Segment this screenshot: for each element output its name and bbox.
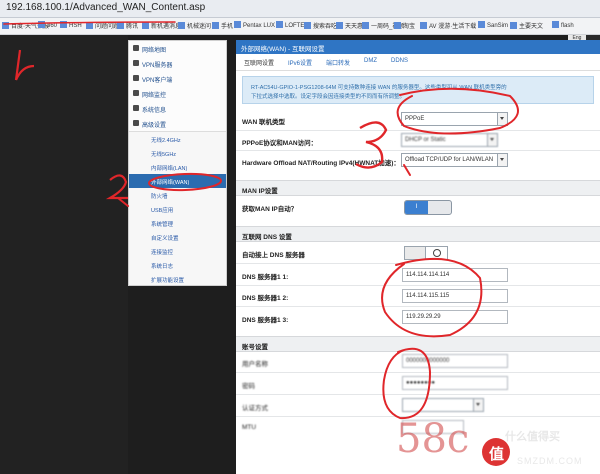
auth-label: 认证方式 — [242, 405, 268, 412]
tab-ipv6[interactable]: IPv6设置 — [288, 58, 312, 67]
divider — [236, 263, 600, 264]
hwnat-label: Hardware Offload NAT/Routing IPv4(HWNAT加… — [242, 160, 400, 167]
bookmark-item[interactable]: 淘宝 — [394, 21, 415, 30]
globe-icon — [133, 75, 139, 81]
bookmark-item[interactable]: 问题问题 — [86, 21, 119, 30]
dns1-label: DNS 服务器1 1: — [242, 274, 289, 281]
watermark-site-en: SMZDM.COM — [517, 456, 583, 466]
dns-auto-toggle[interactable] — [404, 246, 448, 260]
bookmark-item[interactable]: 腾讯 — [117, 21, 138, 30]
info-line: RT-AC54U-GPIO-1-PSG1208-64M 可支持数种连接 WAN … — [251, 85, 507, 91]
man-ip-auto-label: 获取MAN IP自动？ — [242, 206, 298, 213]
sidebar-item-network-map[interactable]: 网络地图 — [129, 41, 226, 57]
sidebar: 网络地图 VPN服务器 VPN客户端 网络监控 系统信息 高级设置 无线2.4G… — [128, 40, 227, 286]
username-label: 用户名称 — [242, 361, 268, 368]
chevron-down-icon — [473, 399, 483, 411]
bookmark-item[interactable]: 新机遇消息 — [142, 21, 181, 30]
bookmark-item[interactable]: Pentax LUX — [234, 21, 275, 29]
username-input[interactable]: 0000000000000 — [402, 354, 508, 368]
sidebar-item-wireless-24[interactable]: 无线2.4GHz — [129, 132, 226, 146]
section-man-ip: MAN IP设置 — [236, 180, 600, 196]
bookmark-item[interactable]: 机械迷问 — [178, 21, 211, 30]
man-ip-auto-toggle[interactable]: I — [404, 200, 452, 215]
sidebar-item-usb[interactable]: USB应用 — [129, 202, 226, 216]
wan-type-label: WAN 联机类型 — [242, 119, 285, 126]
bookmark-item[interactable]: flash — [552, 21, 574, 29]
tab-bar: 互联网设置 IPv6设置 端口转发 DMZ DDNS — [236, 54, 600, 71]
bookmark-item[interactable]: 主要天文 — [510, 21, 543, 30]
sidebar-item-traffic-monitor[interactable]: 网络监控 — [129, 86, 226, 102]
panel-header: 外部网络(WAN) - 互联网设置 — [236, 40, 600, 54]
dns3-input[interactable]: 119.29.29.29 — [402, 310, 508, 324]
bookmark-item[interactable]: 天天惠 — [336, 21, 363, 30]
content-panel: 外部网络(WAN) - 互联网设置 互联网设置 IPv6设置 端口转发 DMZ … — [236, 40, 600, 474]
bookmark-item[interactable]: HSH — [60, 21, 82, 29]
section-dns: 互联网 DNS 设置 — [236, 226, 600, 242]
sidebar-item-lan[interactable]: 内部网络(LAN) — [129, 160, 226, 174]
sidebar-item-syslog[interactable]: 系统日志 — [129, 258, 226, 272]
chevron-down-icon — [487, 134, 497, 146]
sidebar-item-system-info[interactable]: 系统信息 — [129, 101, 226, 117]
sidebar-item-firewall[interactable]: 防火墙 — [129, 188, 226, 202]
sidebar-item-wan[interactable]: 外部网络(WAN) — [129, 174, 226, 188]
section-account: 账号设置 — [236, 336, 600, 352]
pppoe-select[interactable]: DHCP or Static — [401, 133, 498, 147]
mtu-label: MTU — [242, 424, 257, 431]
bookmark-item[interactable]: 搜索吞吃 — [304, 21, 337, 30]
address-bar[interactable]: 192.168.100.1/Advanced_WAN_Content.asp — [0, 0, 600, 18]
page-title: 外部网络(WAN) - 互联网设置 — [241, 46, 325, 53]
sidebar-item-extensions[interactable]: 扩展功能设置 — [129, 272, 226, 286]
bookmark-item[interactable]: 手机 — [212, 21, 233, 30]
divider — [236, 306, 600, 307]
hwnat-select[interactable]: Offload TCP/UDP for LAN/WLAN — [401, 153, 508, 167]
sidebar-item-advanced[interactable]: 高级设置 — [129, 116, 226, 132]
tab-ddns[interactable]: DDNS — [391, 58, 408, 64]
watermark-text: 58c — [396, 416, 470, 462]
sidebar-item-wireless-5[interactable]: 无线5GHz — [129, 146, 226, 160]
chevron-down-icon — [497, 113, 507, 125]
tab-internet[interactable]: 互联网设置 — [244, 58, 274, 67]
info-line: 下拉式选择中选取。设定字段会因连接类型的不同而有所调整。 — [251, 94, 406, 100]
home-icon — [133, 45, 139, 51]
divider — [236, 130, 600, 131]
bookmark-item[interactable]: AV 漫游·生活下载 — [420, 21, 476, 30]
sidebar-item-connections[interactable]: 连接监控 — [129, 244, 226, 258]
dns3-label: DNS 服务器1 3: — [242, 317, 289, 324]
auth-select[interactable] — [402, 398, 484, 412]
bookmark-item[interactable]: 360 — [38, 21, 57, 29]
dns2-input[interactable]: 114.114.115.115 — [402, 289, 508, 303]
pppoe-label: PPPoE协议和MAN访问： — [242, 140, 318, 147]
sidebar-item-vpn-client[interactable]: VPN客户端 — [129, 71, 226, 87]
sidebar-item-custom[interactable]: 自定义设置 — [129, 230, 226, 244]
divider — [236, 394, 600, 395]
tab-port-forward[interactable]: 端口转发 — [326, 58, 350, 67]
password-label: 密码 — [242, 383, 255, 390]
tab-dmz[interactable]: DMZ — [364, 58, 377, 64]
dns-auto-label: 自动接上 DNS 服务器 — [242, 252, 305, 259]
divider — [236, 150, 600, 151]
info-icon — [133, 105, 139, 111]
search-icon — [433, 249, 441, 257]
dns1-input[interactable]: 114.114.114.114 — [402, 268, 508, 282]
dns2-label: DNS 服务器1 2: — [242, 295, 289, 302]
sidebar-item-admin[interactable]: 系统管理 — [129, 216, 226, 230]
divider — [236, 285, 600, 286]
chevron-down-icon — [497, 154, 507, 166]
bookmark-item[interactable]: SanSim — [478, 21, 508, 29]
wrench-icon — [133, 120, 139, 126]
url-text[interactable]: 192.168.100.1/Advanced_WAN_Content.asp — [6, 2, 205, 13]
wan-type-select[interactable]: PPPoE — [401, 112, 508, 126]
page-background — [0, 35, 128, 474]
info-box: RT-AC54U-GPIO-1-PSG1208-64M 可支持数种连接 WAN … — [242, 76, 594, 104]
sidebar-item-vpn-server[interactable]: VPN服务器 — [129, 56, 226, 72]
monitor-icon — [133, 90, 139, 96]
vpn-icon — [133, 60, 139, 66]
divider — [236, 372, 600, 373]
watermark-site-cn: 什么值得买 — [505, 431, 560, 443]
password-input[interactable]: ●●●●●●●● — [402, 376, 508, 390]
bookmarks-bar: 百度·天气预报 360 HSH 问题问题 腾讯 新机遇消息 机械迷问 手机 Pe… — [0, 18, 600, 35]
